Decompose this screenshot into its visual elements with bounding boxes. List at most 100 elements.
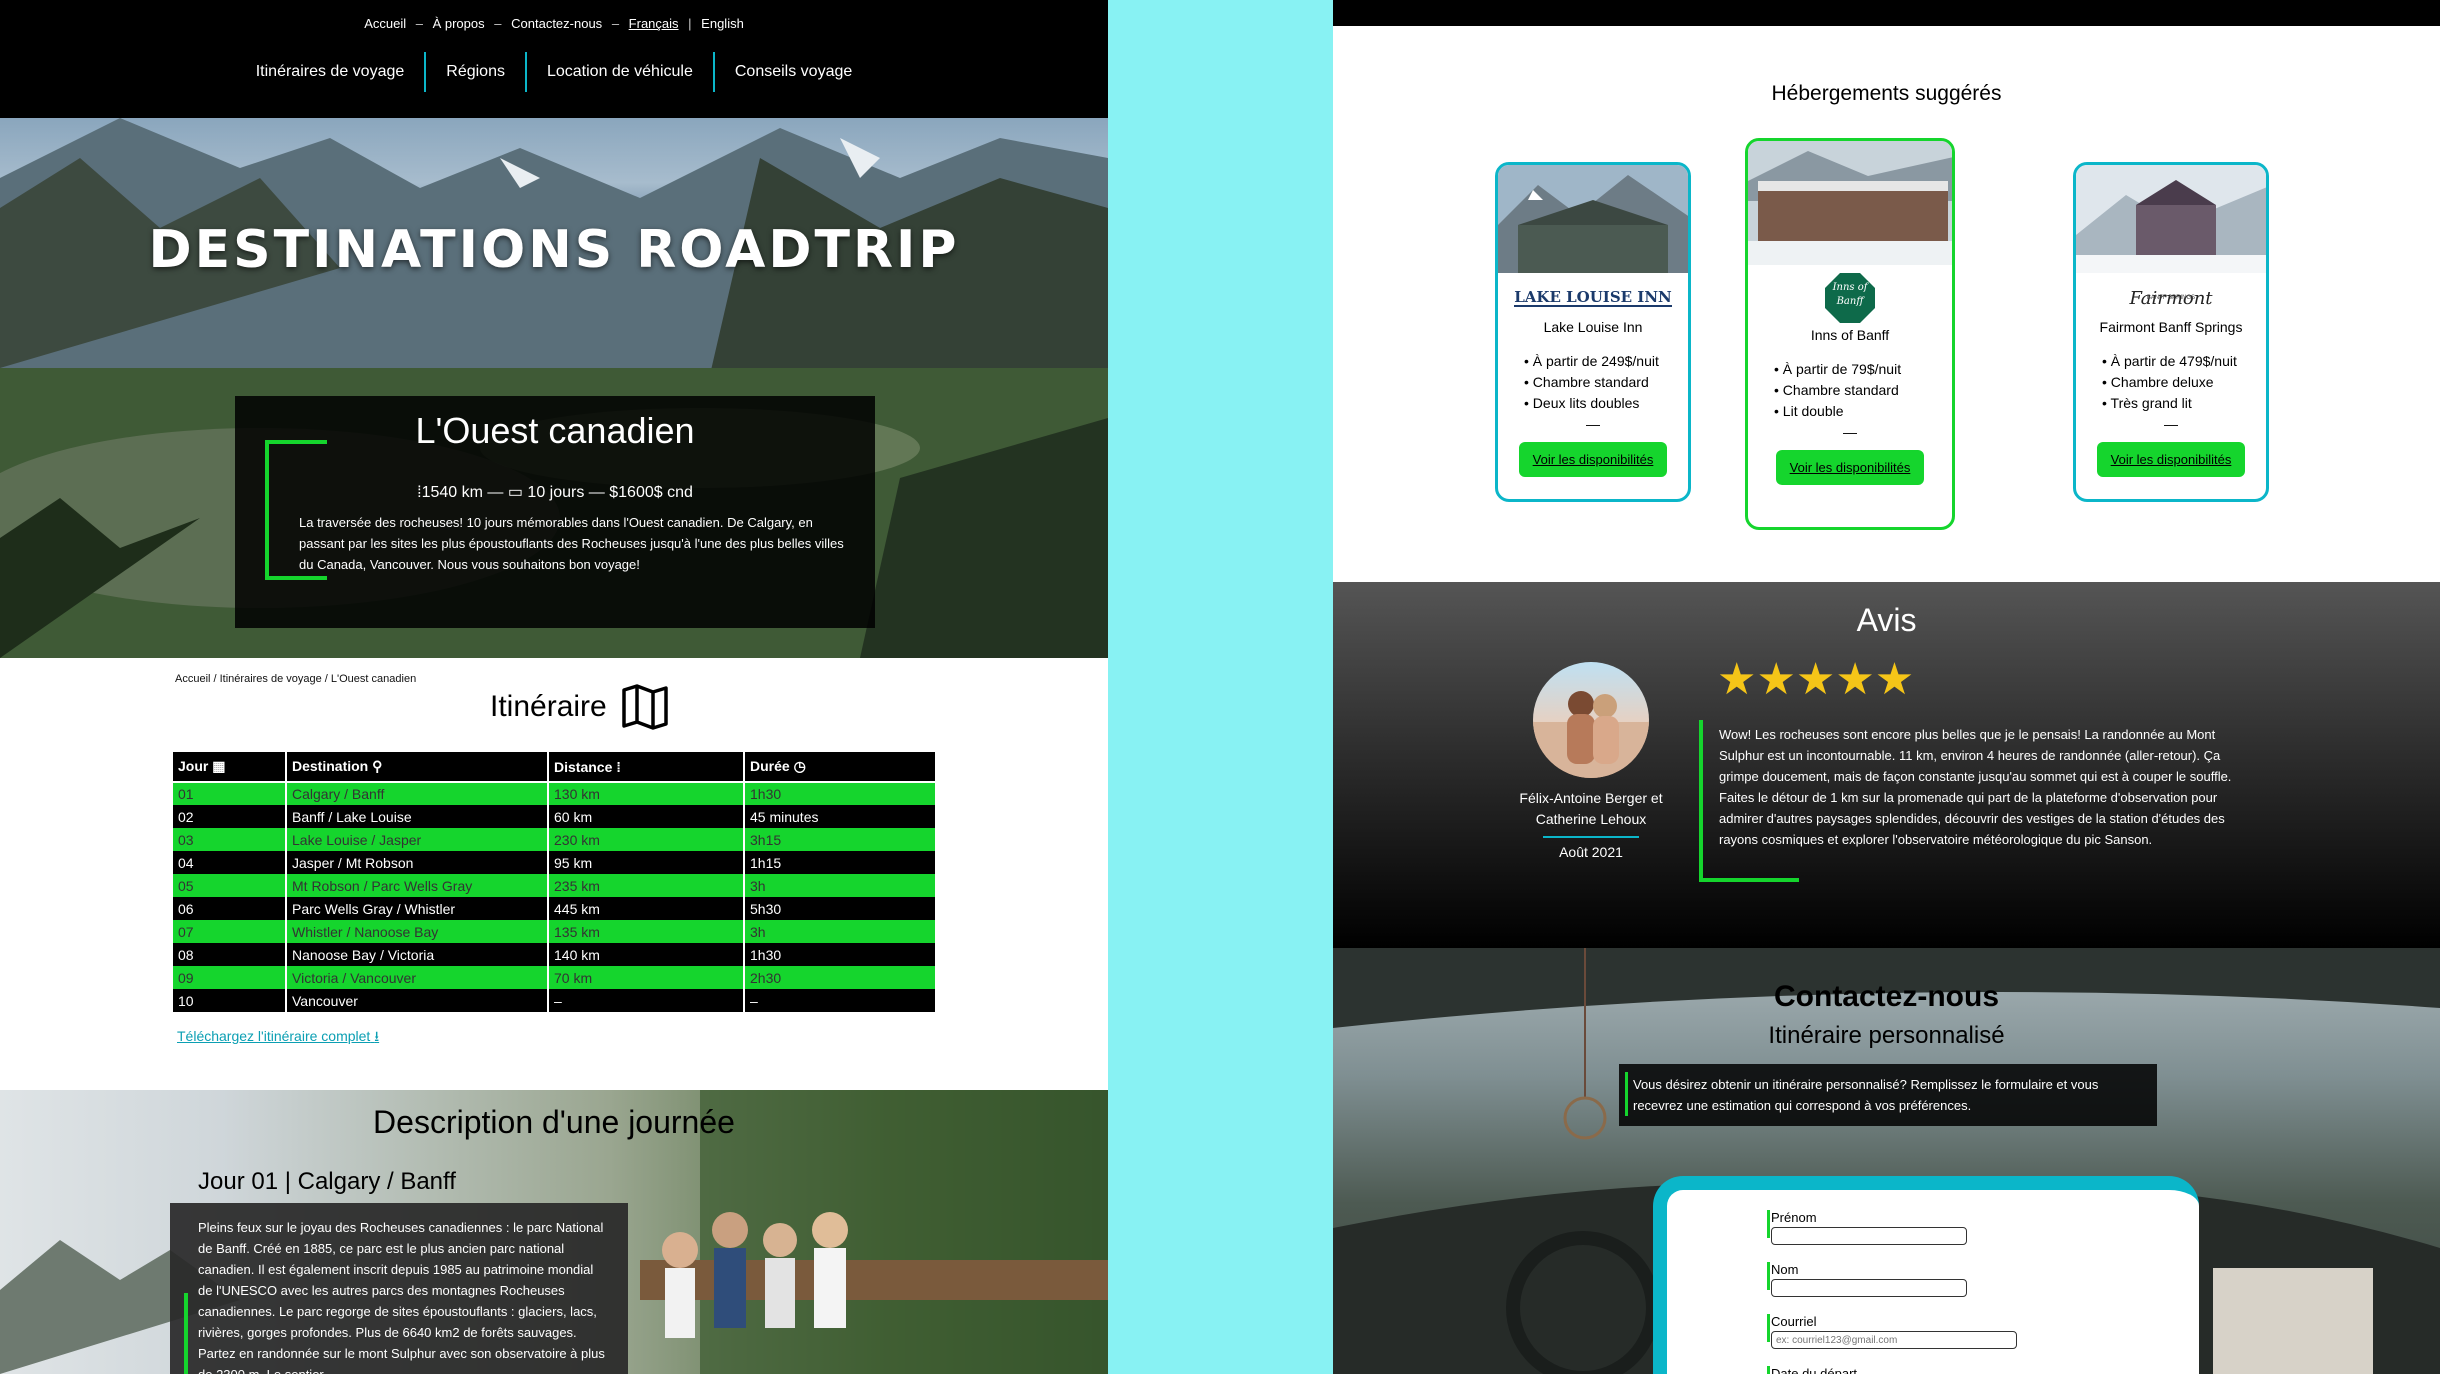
itinerary-row: 07 Whistler / Nanoose Bay 135 km 3h — [171, 920, 937, 943]
cell: 445 km — [547, 897, 745, 920]
cell: 02 — [171, 805, 287, 828]
availability-button[interactable]: Voir les disponibilités — [1775, 450, 1925, 485]
day-title: Jour 01 | Calgary / Banff — [198, 1168, 456, 1195]
cell: 04 — [171, 851, 287, 874]
util-contact-link[interactable]: Contactez-nous — [511, 16, 602, 31]
cell: Mt Robson / Parc Wells Gray — [285, 874, 549, 897]
nav-regions[interactable]: Régions — [424, 52, 525, 92]
day-text-box: Pleins feux sur le joyau des Rocheuses c… — [170, 1203, 628, 1374]
trip-price: 1600$ cnd — [618, 484, 693, 501]
hotel-features: À partir de 249$/nuitChambre standardDeu… — [1524, 351, 1688, 414]
right-page: Hébergements suggérés LAKE LOUISE INN La… — [1333, 0, 2440, 1374]
calendar-icon: ▭ — [507, 484, 523, 501]
map-icon — [621, 684, 668, 730]
hotel-photo — [1498, 165, 1688, 273]
cell: 60 km — [547, 805, 745, 828]
nav-conseils[interactable]: Conseils voyage — [712, 52, 872, 92]
col-duree: Durée ◷ — [743, 750, 937, 783]
accent-line — [184, 1293, 188, 1374]
hotel-photo — [1748, 141, 1952, 265]
cell: 2h30 — [743, 966, 937, 989]
hotel-name: Inns of Banff — [1810, 327, 1890, 343]
nom-input[interactable] — [1771, 1279, 1967, 1297]
itinerary-row: 08 Nanoose Bay / Victoria 140 km 1h30 — [171, 943, 937, 966]
trip-summary-box: L'Ouest canadien ⁞1540 km — ▭ 10 jours —… — [235, 396, 875, 628]
prenom-input[interactable] — [1771, 1227, 1967, 1245]
nav-location[interactable]: Location de véhicule — [524, 52, 713, 92]
cell: 5h30 — [743, 897, 937, 920]
courriel-input[interactable] — [1771, 1331, 2017, 1349]
field-courriel: Courriel — [1767, 1314, 2017, 1349]
lang-en-link[interactable]: English — [701, 16, 744, 31]
hero: DESTINATIONS ROADTRIP L'Ouest canadien ⁞… — [0, 118, 1108, 658]
cell: 01 — [171, 782, 287, 805]
cell: 130 km — [547, 782, 745, 805]
day-text: Pleins feux sur le joyau des Rocheuses c… — [198, 1220, 605, 1374]
review-date: Août 2021 — [1559, 844, 1623, 860]
lake-louise-inn-logo: LAKE LOUISE INN — [1514, 288, 1672, 307]
cell: 06 — [171, 897, 287, 920]
cell: – — [743, 989, 937, 1012]
cell: 135 km — [547, 920, 745, 943]
itinerary-row: 04 Jasper / Mt Robson 95 km 1h15 — [171, 851, 937, 874]
day-section-title: Description d'une journée — [373, 1104, 735, 1140]
cell: – — [547, 989, 745, 1012]
cell: 3h15 — [743, 828, 937, 851]
itinerary-row: 02 Banff / Lake Louise 60 km 45 minutes — [171, 805, 937, 828]
cell: 1h30 — [743, 782, 937, 805]
top-bar — [1333, 0, 2440, 26]
field-prenom: Prénom — [1767, 1210, 1967, 1245]
cell: 03 — [171, 828, 287, 851]
itinerary-row: 01 Calgary / Banff 130 km 1h30 — [171, 782, 937, 805]
cell: 09 — [171, 966, 287, 989]
cell: Banff / Lake Louise — [285, 805, 549, 828]
hotel-name: Fairmont Banff Springs — [2099, 319, 2243, 335]
trip-description: La traversée des rocheuses! 10 jours mém… — [299, 515, 844, 572]
itinerary-row: 03 Lake Louise / Jasper 230 km 3h15 — [171, 828, 937, 851]
cell: 140 km — [547, 943, 745, 966]
availability-button[interactable]: Voir les disponibilités — [2096, 442, 2246, 477]
cell: 3h — [743, 920, 937, 943]
hotel-features: À partir de 79$/nuitChambre standardLit … — [1774, 359, 1952, 422]
col-jour: Jour ▦ — [171, 750, 287, 783]
cell: 230 km — [547, 828, 745, 851]
hotel-features: À partir de 479$/nuitChambre deluxeTrès … — [2102, 351, 2266, 414]
util-about-link[interactable]: À propos — [433, 16, 485, 31]
field-date: Date du départ — [1767, 1366, 1857, 1374]
trip-stats: ⁞1540 km — ▭ 10 jours — $1600$ cnd — [417, 484, 693, 501]
col-destination: Destination ⚲ — [285, 750, 549, 783]
contact-section: Contactez-nous Itinéraire personnalisé V… — [1333, 948, 2440, 1374]
lang-fr-link[interactable]: Français — [629, 16, 679, 31]
availability-button[interactable]: Voir les disponibilités — [1518, 442, 1668, 477]
lodging-title: Hébergements suggérés — [1771, 82, 2002, 105]
calendar-icon: ▦ — [212, 758, 226, 774]
hotel-name: Lake Louise Inn — [1543, 319, 1643, 335]
itinerary-heading: Itinéraire — [490, 684, 669, 730]
cell: Whistler / Nanoose Bay — [285, 920, 549, 943]
itinerary-row: 06 Parc Wells Gray / Whistler 445 km 5h30 — [171, 897, 937, 920]
location-pin-icon: ⚲ — [372, 758, 383, 774]
accent-line — [1699, 878, 1799, 882]
cell: 10 — [171, 989, 287, 1012]
nav-itineraires[interactable]: Itinéraires de voyage — [236, 52, 425, 92]
cell: Lake Louise / Jasper — [285, 828, 549, 851]
contact-title: Contactez-nous — [1774, 980, 1999, 1013]
util-home-link[interactable]: Accueil — [364, 16, 406, 31]
download-icon: ⭳ — [374, 1028, 380, 1044]
reviewer-name: Félix-Antoine Berger et Catherine Lehoux — [1519, 790, 1663, 827]
inns-of-banff-logo: Inns of Banff — [1748, 271, 1952, 325]
review-title: Avis — [1856, 602, 1917, 638]
field-nom: Nom — [1767, 1262, 1967, 1297]
road-icon: ⁞ — [616, 758, 621, 775]
review-text: Wow! Les rocheuses sont encore plus bell… — [1719, 727, 2232, 847]
download-itinerary-link[interactable]: Téléchargez l'itinéraire complet ⭳ — [177, 1026, 379, 1050]
divider — [1543, 836, 1639, 838]
breadcrumb[interactable]: Accueil / Itinéraires de voyage / L'Oues… — [175, 673, 416, 685]
cell: 08 — [171, 943, 287, 966]
header: Accueil – À propos – Contactez-nous – Fr… — [0, 0, 1108, 118]
cell: Vancouver — [285, 989, 549, 1012]
main-nav: Itinéraires de voyage Régions Location d… — [0, 52, 1108, 92]
cell: 05 — [171, 874, 287, 897]
day-description-section: Description d'une journée Jour 01 | Calg… — [0, 1090, 1108, 1374]
lodging-card-inns-of-banff: Inns of Banff Inns of Banff À partir de … — [1745, 138, 1955, 530]
